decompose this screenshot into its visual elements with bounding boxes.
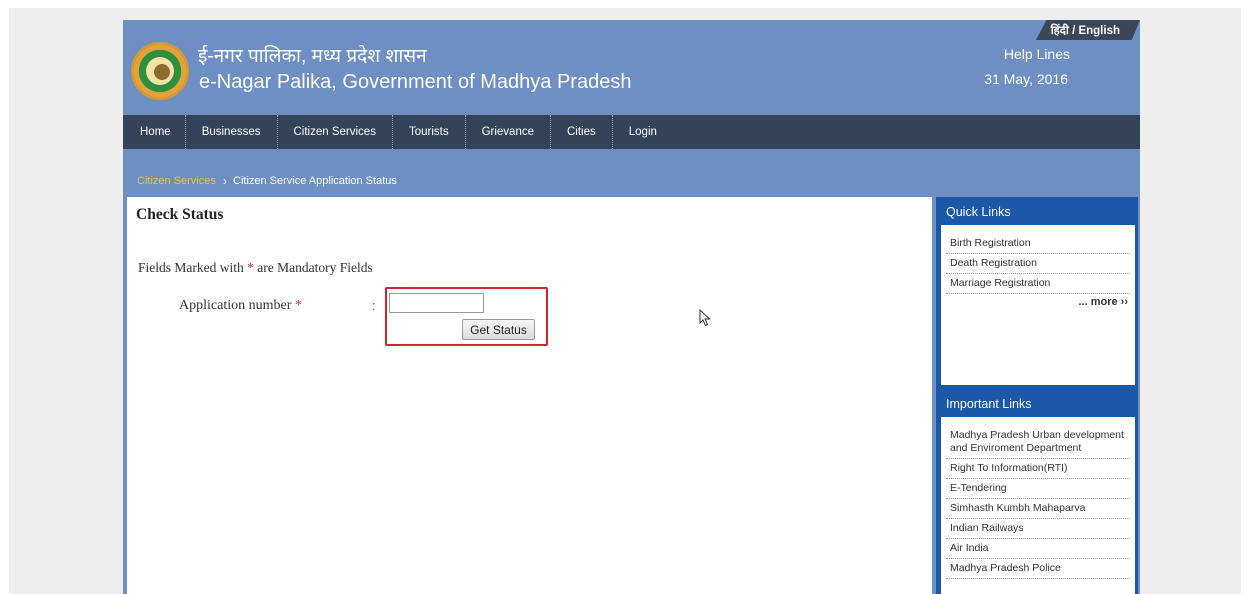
site-header: हिंदी / English ई-नगर पालिका, मध्य प्रदे… xyxy=(123,20,1140,115)
quick-links-more[interactable]: ... more ›› xyxy=(1078,296,1128,308)
site-container: हिंदी / English ई-नगर पालिका, मध्य प्रदे… xyxy=(123,20,1140,594)
breadcrumb: Citizen Services › Citizen Service Appli… xyxy=(123,149,1140,195)
language-toggle[interactable]: हिंदी / English xyxy=(1051,23,1120,38)
nav-citizen-services[interactable]: Citizen Services xyxy=(278,115,393,149)
mp-emblem-logo xyxy=(131,42,189,100)
application-number-label: Application number * xyxy=(179,298,302,314)
breadcrumb-current: Citizen Service Application Status xyxy=(233,175,397,187)
mandatory-note-suffix: are Mandatory Fields xyxy=(257,260,373,275)
page-title: Check Status xyxy=(136,206,224,223)
label-colon: : xyxy=(372,298,376,313)
important-link-rti[interactable]: Right To Information(RTI) xyxy=(946,459,1130,479)
important-links-panel: Madhya Pradesh Urban development and Env… xyxy=(941,417,1135,594)
quick-links-panel: Birth Registration Death Registration Ma… xyxy=(941,225,1135,385)
important-link-e-tendering[interactable]: E-Tendering xyxy=(946,479,1130,499)
nav-tourists[interactable]: Tourists xyxy=(393,115,466,149)
get-status-button[interactable]: Get Status xyxy=(462,319,535,340)
important-link-air-india[interactable]: Air India xyxy=(946,539,1130,559)
site-title-hindi: ई-नगर पालिका, मध्य प्रदेश शासन xyxy=(198,46,427,67)
quick-link-death-registration[interactable]: Death Registration xyxy=(946,254,1130,274)
important-links-title: Important Links xyxy=(946,397,1032,411)
important-link-mp-police[interactable]: Madhya Pradesh Police xyxy=(946,559,1130,579)
quick-links-title: Quick Links xyxy=(946,205,1011,219)
emblem-center-icon xyxy=(152,62,172,82)
main-content: Check Status Fields Marked with * are Ma… xyxy=(127,197,932,594)
nav-home[interactable]: Home xyxy=(123,115,186,149)
mandatory-note-prefix: Fields Marked with xyxy=(138,260,244,275)
important-link-indian-railways[interactable]: Indian Railways xyxy=(946,519,1130,539)
current-date: 31 May, 2016 xyxy=(984,71,1068,87)
nav-login[interactable]: Login xyxy=(613,115,673,149)
main-navigation: Home Businesses Citizen Services Tourist… xyxy=(123,115,1140,149)
nav-businesses[interactable]: Businesses xyxy=(186,115,278,149)
application-number-input[interactable] xyxy=(389,293,484,313)
quick-link-marriage-registration[interactable]: Marriage Registration xyxy=(946,274,1130,294)
important-link-simhasth[interactable]: Simhasth Kumbh Mahaparva xyxy=(946,499,1130,519)
site-title-english: e-Nagar Palika, Government of Madhya Pra… xyxy=(199,71,632,93)
breadcrumb-citizen-services[interactable]: Citizen Services xyxy=(137,175,216,187)
mouse-cursor-icon xyxy=(699,309,711,327)
application-number-label-text: Application number xyxy=(179,298,292,313)
required-star: * xyxy=(294,298,302,313)
important-link-urban-development[interactable]: Madhya Pradesh Urban development and Env… xyxy=(946,426,1130,459)
nav-cities[interactable]: Cities xyxy=(551,115,613,149)
nav-grievance[interactable]: Grievance xyxy=(466,115,551,149)
mandatory-star: * xyxy=(247,260,254,275)
quick-link-birth-registration[interactable]: Birth Registration xyxy=(946,234,1130,254)
breadcrumb-separator: › xyxy=(223,174,227,188)
mandatory-note: Fields Marked with * are Mandatory Field… xyxy=(138,260,373,276)
sidebar: Quick Links Birth Registration Death Reg… xyxy=(936,197,1138,594)
help-lines-link[interactable]: Help Lines xyxy=(1004,46,1070,62)
